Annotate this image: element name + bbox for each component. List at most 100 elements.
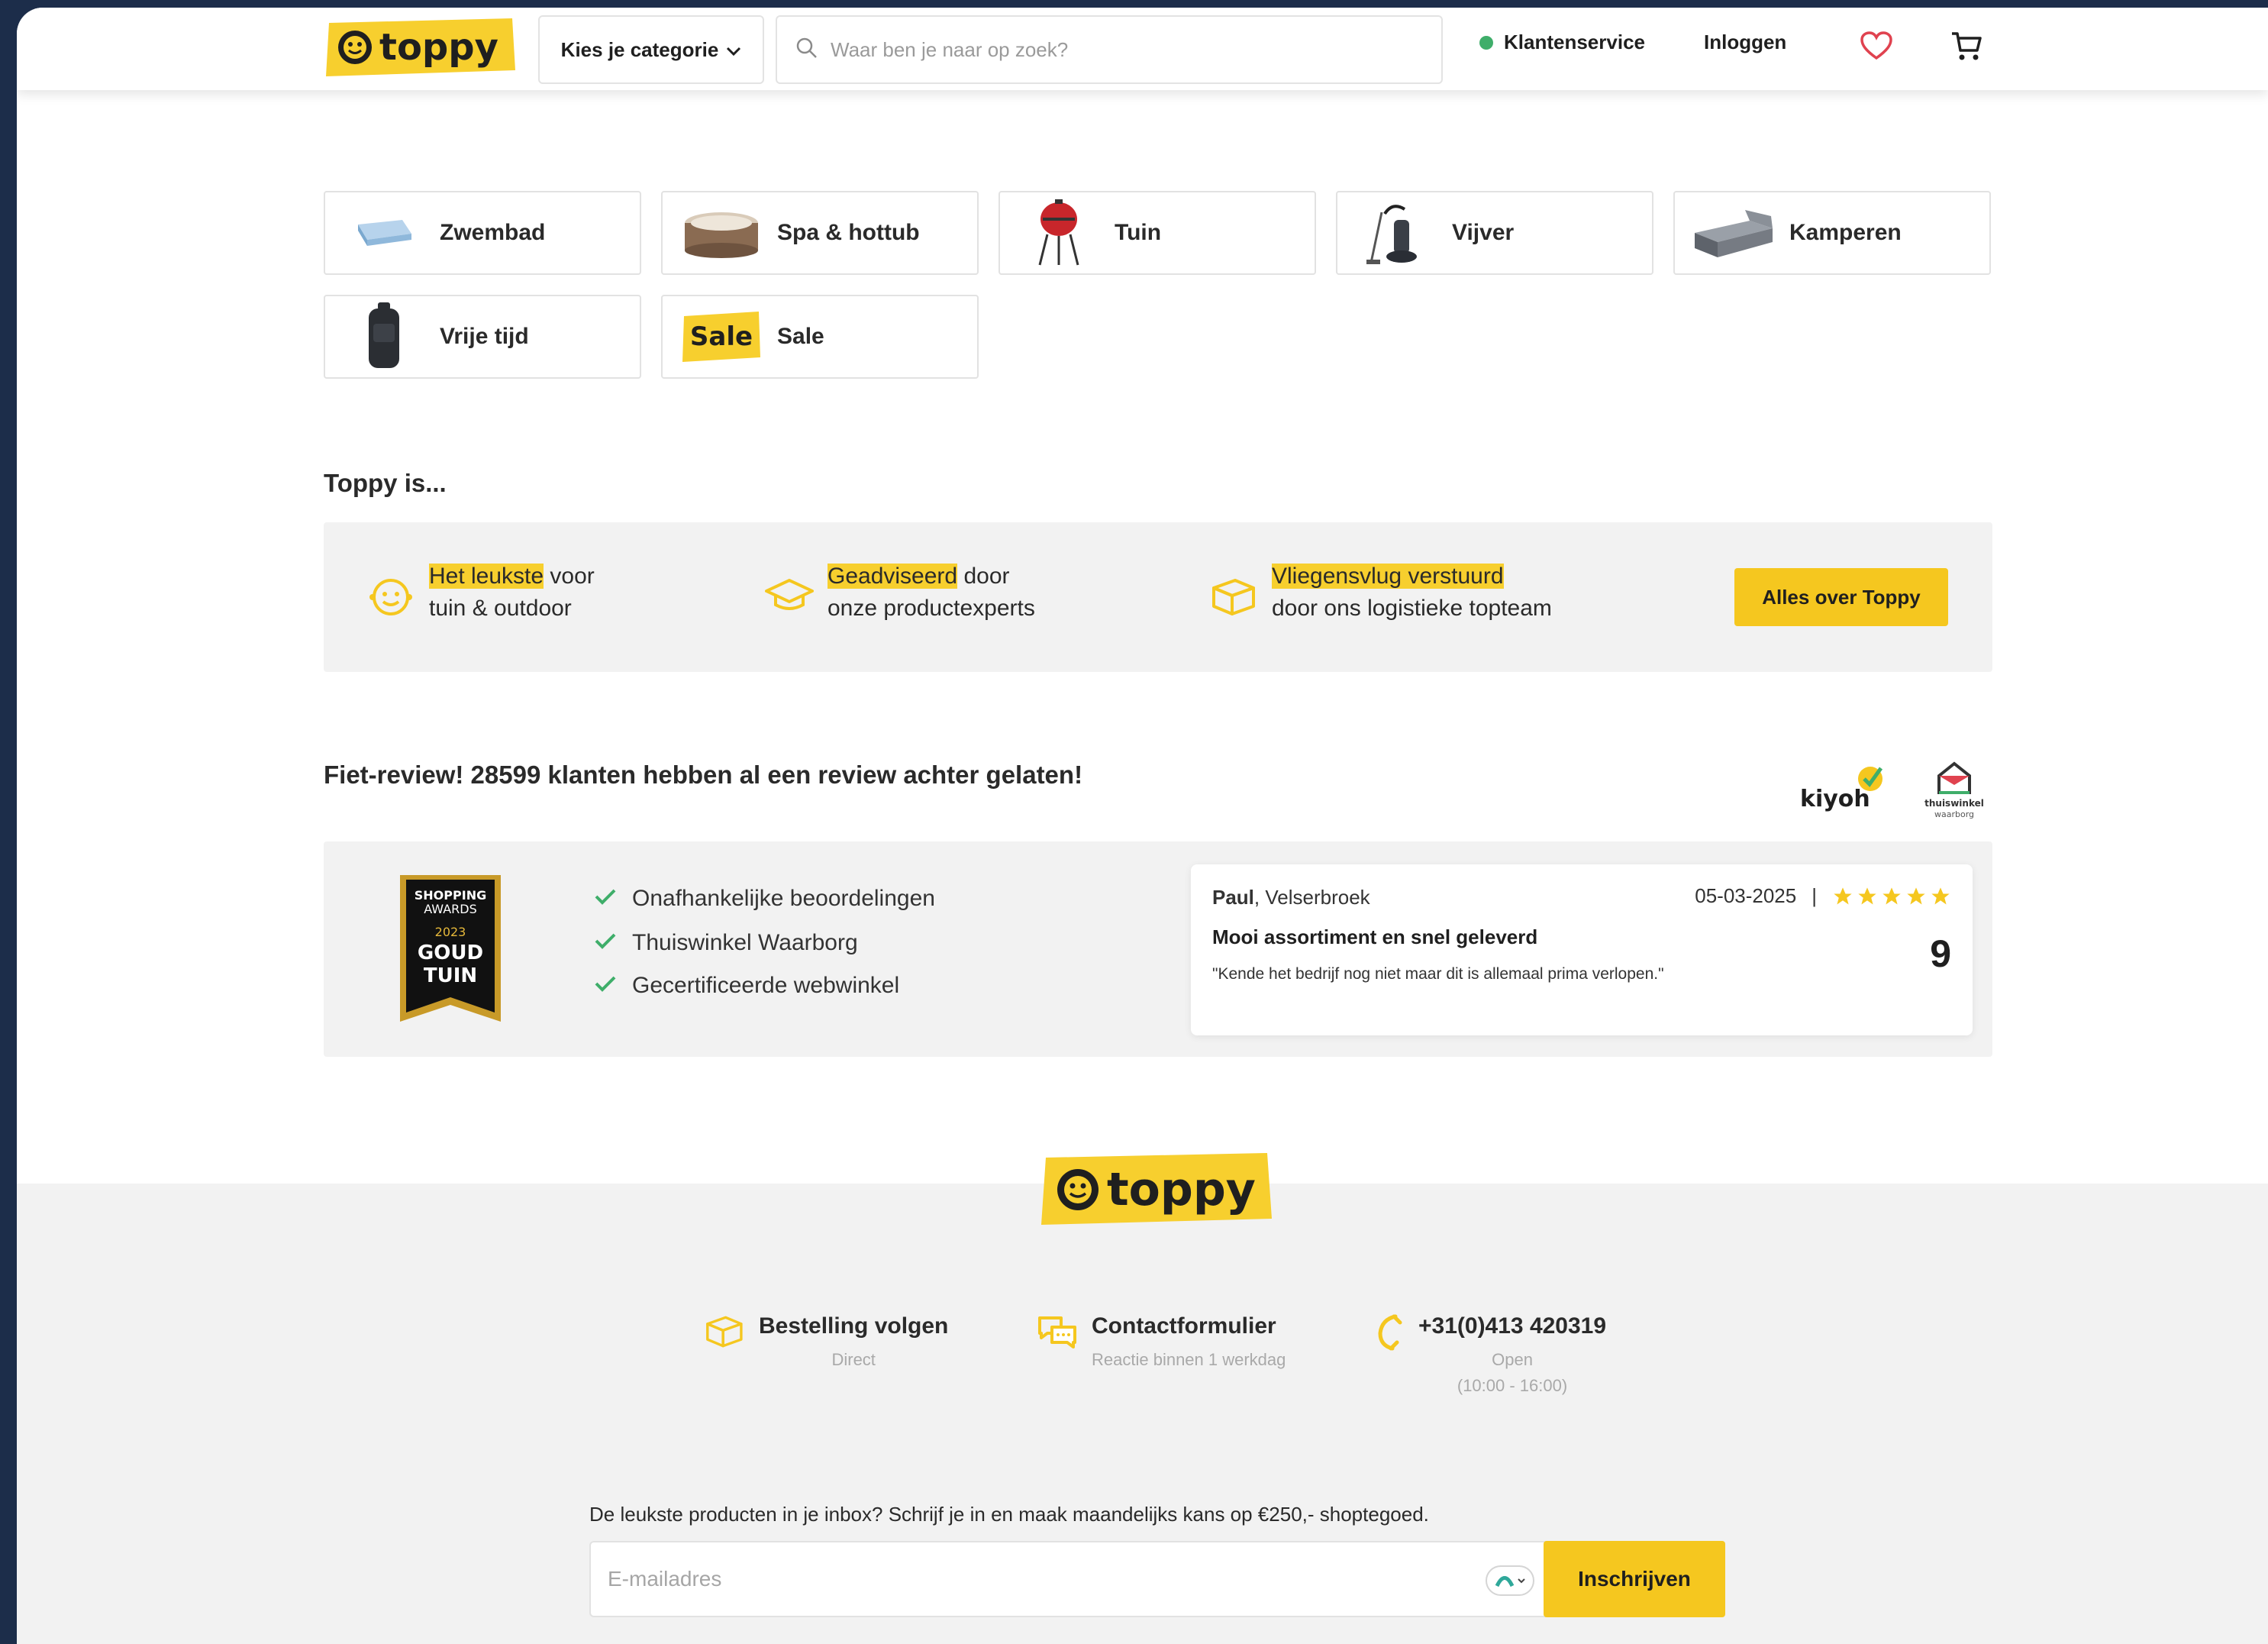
usp-highlight: Geadviseerd [828,564,958,589]
contact-sub: Reactie binnen 1 werkdag [1092,1350,1286,1369]
usp-highlight: Vliegensvlug verstuurd [1272,564,1504,589]
search-icon [795,37,818,63]
category-tile-zwembad[interactable]: Zwembad [324,191,641,275]
review-meta: 05-03-2025 | [1695,884,1951,908]
tile-label: Spa & hottub [777,220,920,245]
password-manager-icon[interactable] [1486,1565,1534,1596]
reviewer-name: Paul [1212,886,1254,909]
usp-item: Geadviseerd door onze productexperts [765,560,1035,625]
shopping-award-badge: SHOPPING AWARDS 2023 GOUD TUIN [397,872,504,1025]
search-bar[interactable] [776,15,1443,84]
kiyoh-text: kiyoh [1800,786,1870,812]
category-tile-spa[interactable]: Spa & hottub [661,191,979,275]
customer-service-link[interactable]: Klantenservice [1479,31,1645,54]
review-separator: | [1811,884,1817,907]
heart-icon[interactable] [1857,26,1896,66]
category-tile-tuin[interactable]: Tuin [999,191,1316,275]
contact-title: Contactformulier [1092,1313,1276,1339]
usp-text: door [957,564,1010,589]
subscribe-button[interactable]: Inschrijven [1544,1541,1725,1617]
award-line4: TUIN [424,964,477,987]
award-year: 2023 [435,925,466,939]
star-icon [1907,887,1925,904]
search-input[interactable] [831,37,1411,62]
check-list-item: Gecertificeerde webwinkel [594,973,899,999]
pool-icon [342,195,426,271]
usp-panel: Het leukste voor tuin & outdoor Geadvise… [324,522,1992,672]
contact-title: Bestelling volgen [759,1313,949,1339]
review-panel: SHOPPING AWARDS 2023 GOUD TUIN Onafhanke… [324,841,1992,1057]
category-tile-vijver[interactable]: Vijver [1336,191,1653,275]
phone-hours: (10:00 - 16:00) [1457,1376,1568,1395]
kiyoh-logo[interactable]: kiyoh [1797,759,1889,820]
hottub-icon [679,195,763,271]
sale-badge-icon: Sale [679,299,763,375]
tile-label: Zwembad [440,220,546,245]
checkmark-icon [594,930,617,956]
usp-text: voor [544,564,595,589]
category-dropdown-label: Kies je categorie [560,37,719,61]
order-tracking-link[interactable]: Bestelling volgen Direct [702,1313,948,1373]
star-icon [1834,887,1852,904]
star-icon [1882,887,1901,904]
review-title: Mooi assortiment en snel geleverd [1212,925,1538,948]
pond-vacuum-icon [1354,195,1438,271]
phone-open-label: Open [1492,1350,1533,1369]
about-toppy-button[interactable]: Alles over Toppy [1734,568,1948,626]
usp-highlight: Het leukste [429,564,544,589]
phone-link[interactable]: +31(0)413 420319 Open (10:00 - 16:00) [1374,1313,1606,1399]
tile-label: Tuin [1115,220,1162,245]
tile-label: Sale [777,324,824,349]
site-footer: toppy Bestelling volgen Direct Contactfo… [17,1153,2268,1644]
review-card[interactable]: Paul, Velserbroek 05-03-2025 | Mooi asso… [1191,864,1973,1035]
usp-line2: onze productexperts [828,596,1035,621]
category-dropdown[interactable]: Kies je categorie [538,15,764,84]
sale-badge-text: Sale [690,321,753,352]
online-status-icon [1479,35,1493,50]
air-mattress-icon [1692,195,1776,271]
chevron-down-icon [726,38,741,62]
contact-form-link[interactable]: Contactformulier Reactie binnen 1 werkda… [1037,1313,1286,1373]
check-label: Onafhankelijke beoordelingen [632,886,935,911]
footer-toppy-logo[interactable]: toppy [1040,1151,1273,1228]
shipping-box-icon [702,1313,745,1354]
chat-bubbles-icon [1037,1313,1078,1354]
customer-service-label: Klantenservice [1504,31,1645,53]
backpack-icon [342,299,426,375]
star-rating [1832,886,1951,907]
check-list-item: Thuiswinkel Waarborg [594,930,858,956]
check-label: Thuiswinkel Waarborg [632,930,858,955]
browser-page: toppy Kies je categorie Klantenservice I… [17,8,2268,1644]
contact-title: +31(0)413 420319 [1418,1313,1607,1339]
logo-text: toppy [379,26,498,69]
checkmark-icon [594,886,617,912]
usp-item: Vliegensvlug verstuurd door ons logistie… [1208,560,1552,628]
category-tile-vrije-tijd[interactable]: Vrije tijd [324,295,641,379]
tile-label: Vijver [1452,220,1515,245]
shipping-box-icon [1208,576,1258,628]
toppy-logo[interactable]: toppy [324,17,518,78]
thuiswinkel-text-2: waarborg [1934,809,1974,819]
bbq-icon [1017,195,1101,271]
category-tile-kamperen[interactable]: Kamperen [1673,191,1991,275]
award-line2: AWARDS [424,902,477,916]
newsletter-email-field[interactable] [589,1541,1550,1617]
thuiswinkel-waarborg-logo[interactable]: thuiswinkel waarborg [1918,759,1991,823]
email-input[interactable] [608,1567,1409,1591]
smiley-icon [366,576,415,628]
cart-icon[interactable] [1947,26,1986,66]
login-link[interactable]: Inloggen [1704,31,1786,54]
tile-label: Vrije tijd [440,324,529,349]
phone-icon [1374,1313,1405,1355]
star-icon [1858,887,1876,904]
usp-item: Het leukste voor tuin & outdoor [366,560,595,628]
checkmark-icon [594,973,617,999]
star-icon [1931,887,1950,904]
thuiswinkel-text-1: thuiswinkel [1924,798,1984,809]
contact-sub: Direct [831,1350,876,1369]
tile-label: Kamperen [1789,220,1902,245]
site-header: toppy Kies je categorie Klantenservice I… [17,8,2268,90]
reviews-heading: Fiet-review! 28599 klanten hebben al een… [324,761,1083,789]
footer-logo-text: toppy [1107,1163,1256,1216]
category-tile-sale[interactable]: Sale Sale [661,295,979,379]
